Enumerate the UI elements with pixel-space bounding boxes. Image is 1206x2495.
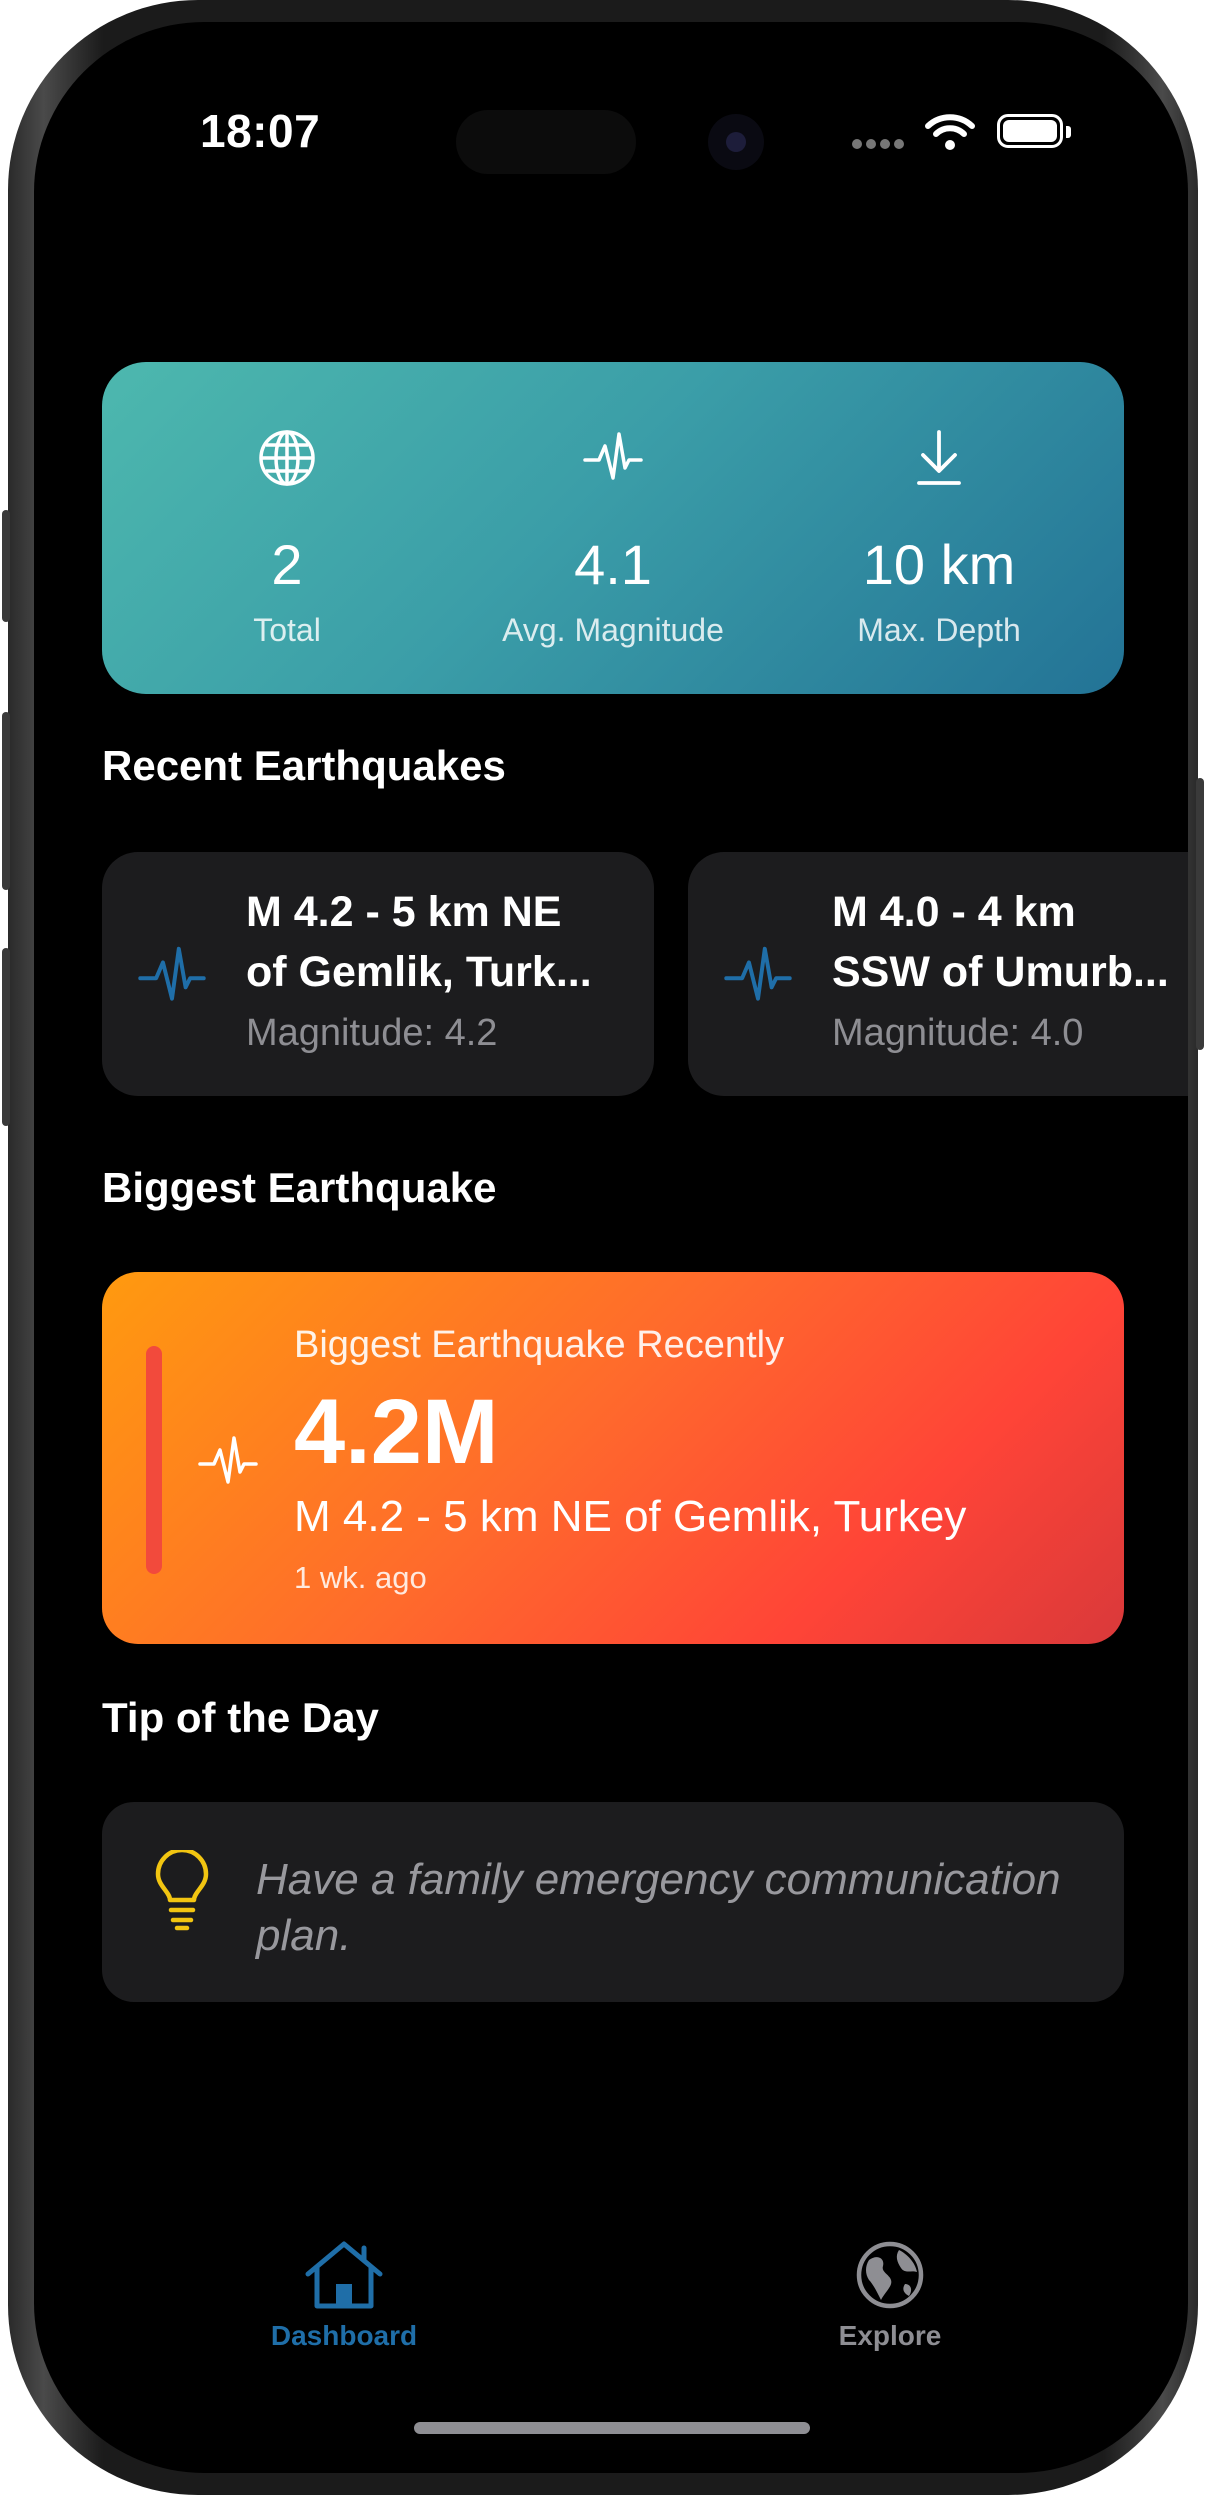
- stat-max-depth-label: Max. Depth: [857, 612, 1021, 648]
- cellular-signal-icon: [852, 136, 912, 149]
- action-button: [2, 510, 10, 622]
- severity-bar: [146, 1346, 162, 1574]
- recent-earthquake-magnitude: Magnitude: 4.0: [832, 1012, 1084, 1054]
- waveform-icon: [724, 946, 792, 1001]
- stat-max-depth-value: 10 km: [862, 533, 1016, 596]
- biggest-earthquake-time: 1 wk. ago: [294, 1560, 427, 1595]
- battery-icon: [997, 114, 1063, 148]
- arrow-down-icon: [917, 430, 961, 485]
- biggest-earthquake-name: M 4.2 - 5 km NE of Gemlik, Turkey: [294, 1492, 967, 1541]
- recent-earthquake-title: M 4.0 - 4 km SSW of Umurb...: [832, 882, 1188, 1002]
- stats-card: 2 Total 4.1 Avg. Magnitude 10 km Max. De…: [102, 362, 1124, 694]
- camera-icon: [708, 114, 764, 170]
- stat-max-depth: 10 km Max. Depth: [774, 362, 1104, 694]
- biggest-earthquake-card[interactable]: Biggest Earthquake Recently 4.2M M 4.2 -…: [102, 1272, 1124, 1644]
- biggest-earthquake-caption: Biggest Earthquake Recently: [294, 1324, 785, 1366]
- recent-earthquake-card[interactable]: M 4.0 - 4 km SSW of Umurb... Magnitude: …: [688, 852, 1188, 1096]
- tab-dashboard-label: Dashboard: [270, 2320, 418, 2351]
- home-indicator[interactable]: [414, 2422, 810, 2434]
- recent-earthquake-title: M 4.2 - 5 km NE of Gemlik, Turk...: [246, 882, 636, 1002]
- biggest-earthquake-title: Biggest Earthquake: [102, 1164, 497, 1211]
- stat-avg-magnitude-value: 4.1: [574, 533, 652, 596]
- lightbulb-icon: [155, 1850, 209, 1931]
- waveform-icon: [138, 946, 206, 1001]
- waveform-icon: [583, 432, 643, 480]
- recent-earthquake-magnitude: Magnitude: 4.2: [246, 1012, 498, 1054]
- screen: 18:07 2 Total 4.1 Avg. Magnitude 10 km M…: [34, 22, 1188, 2473]
- power-button: [1196, 778, 1204, 1050]
- battery-tip: [1066, 126, 1071, 138]
- stat-total-label: Total: [253, 612, 321, 648]
- biggest-earthquake-value: 4.2M: [294, 1381, 499, 1483]
- volume-up-button: [2, 712, 10, 890]
- dynamic-island: [456, 110, 636, 174]
- house-icon: [305, 2241, 383, 2309]
- recent-earthquake-title-line1: M 4.2 - 5 km NE: [246, 888, 562, 936]
- recent-earthquake-title-line1: M 4.0 - 4 km: [832, 888, 1076, 936]
- tab-dashboard[interactable]: Dashboard: [244, 2240, 444, 2352]
- stat-avg-magnitude: 4.1 Avg. Magnitude: [448, 362, 778, 694]
- waveform-icon: [198, 1436, 258, 1484]
- volume-down-button: [2, 948, 10, 1126]
- recent-earthquake-card[interactable]: M 4.2 - 5 km NE of Gemlik, Turk... Magni…: [102, 852, 654, 1096]
- tip-of-the-day-title: Tip of the Day: [102, 1694, 379, 1741]
- globe-americas-icon: [856, 2241, 924, 2309]
- recent-earthquake-title-line2: of Gemlik, Turk...: [246, 948, 592, 996]
- stat-total-value: 2: [271, 533, 303, 596]
- tip-text: Have a family emergency communication pl…: [256, 1855, 1061, 1960]
- tab-explore[interactable]: Explore: [790, 2240, 990, 2352]
- stat-total: 2 Total: [122, 362, 452, 694]
- recent-earthquake-title-line2: SSW of Umurb...: [832, 948, 1169, 996]
- recent-earthquakes-title: Recent Earthquakes: [102, 742, 506, 789]
- status-time: 18:07: [200, 105, 321, 157]
- phone-frame: 18:07 2 Total 4.1 Avg. Magnitude 10 km M…: [2, 0, 1204, 2495]
- tip-card: Have a family emergency communication pl…: [102, 1802, 1124, 2002]
- tab-explore-label: Explore: [838, 2320, 942, 2351]
- wifi-icon: [925, 114, 975, 150]
- globe-icon: [259, 430, 315, 486]
- stat-avg-magnitude-label: Avg. Magnitude: [502, 612, 724, 648]
